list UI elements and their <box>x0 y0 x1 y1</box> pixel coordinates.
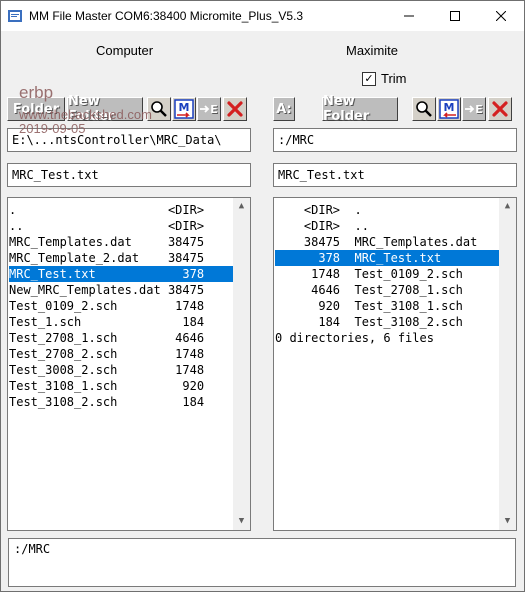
maximite-mm-transfer-button[interactable]: M <box>437 97 461 121</box>
file-row[interactable]: <DIR> .. <box>275 218 499 234</box>
magnifier-icon <box>416 101 432 117</box>
scroll-up-icon[interactable]: ▲ <box>499 198 516 215</box>
scroll-down-icon[interactable]: ▼ <box>499 513 516 530</box>
maximize-icon <box>450 11 460 21</box>
file-row[interactable]: .. <DIR> <box>9 218 233 234</box>
list-summary: 0 directories, 6 files <box>275 331 434 345</box>
computer-list-scrollbar[interactable]: ▲ ▼ <box>233 198 250 530</box>
send-label: E <box>210 102 218 116</box>
window-title: MM File Master COM6:38400 Micromite_Plus… <box>29 9 304 23</box>
file-row[interactable]: 184 Test_3108_2.sch <box>275 314 499 330</box>
file-row[interactable]: MRC_Test.txt 378 <box>9 266 233 282</box>
arrow-right-icon <box>200 105 210 113</box>
maximite-list-scrollbar[interactable]: ▲ ▼ <box>499 198 516 530</box>
send-label: E <box>475 102 483 116</box>
file-row[interactable]: MRC_Templates.dat 38475 <box>9 234 233 250</box>
file-row[interactable]: Test_1.sch 184 <box>9 314 233 330</box>
minimize-icon <box>404 15 414 17</box>
red-x-delete-icon <box>492 101 508 117</box>
watermark-date: 2019-09-05 <box>19 121 86 136</box>
close-icon <box>496 11 506 21</box>
trim-checkbox[interactable]: ✓ Trim <box>362 71 407 86</box>
file-row[interactable]: Test_2708_2.sch 1748 <box>9 346 233 362</box>
svg-text:M: M <box>179 101 190 114</box>
file-row[interactable]: Test_3008_2.sch 1748 <box>9 362 233 378</box>
computer-heading: Computer <box>96 43 154 58</box>
mm-transfer-icon: M <box>174 99 194 119</box>
close-button[interactable] <box>478 1 524 31</box>
file-row[interactable]: Test_2708_1.sch 4646 <box>9 330 233 346</box>
minimize-button[interactable] <box>386 1 432 31</box>
maximite-drive-button[interactable]: A: <box>273 97 295 121</box>
maximite-new-folder-button[interactable]: New Folder <box>322 94 398 124</box>
file-row[interactable]: 1748 Test_0109_2.sch <box>275 266 499 282</box>
maximize-button[interactable] <box>432 1 478 31</box>
computer-send-button[interactable]: E <box>197 97 221 121</box>
computer-file-list[interactable]: ▲ ▼ . <DIR>.. <DIR> MRC_Templates.dat 384… <box>7 197 251 531</box>
scroll-up-icon[interactable]: ▲ <box>233 198 250 215</box>
app-icon <box>8 10 22 22</box>
file-row[interactable]: New_MRC_Templates.dat 38475 <box>9 282 233 298</box>
file-row[interactable]: 4646 Test_2708_1.sch <box>275 282 499 298</box>
file-row[interactable]: 378 MRC_Test.txt <box>275 250 499 266</box>
computer-delete-button[interactable] <box>223 97 247 121</box>
red-x-delete-icon <box>227 101 243 117</box>
arrow-right-icon <box>465 105 475 113</box>
magnifier-icon <box>151 101 167 117</box>
mm-transfer-icon: M <box>439 99 459 119</box>
file-row[interactable]: . <DIR> <box>9 202 233 218</box>
computer-mm-transfer-button[interactable]: M <box>172 97 196 121</box>
file-row[interactable]: Test_3108_2.sch 184 <box>9 394 233 410</box>
app-window: MM File Master COM6:38400 Micromite_Plus… <box>0 0 525 592</box>
status-box: :/MRC <box>8 538 516 587</box>
scroll-down-icon[interactable]: ▼ <box>233 513 250 530</box>
watermark-user: erbp <box>19 83 54 102</box>
checkbox-check-icon: ✓ <box>362 71 376 86</box>
file-row[interactable]: 920 Test_3108_1.sch <box>275 298 499 314</box>
maximite-search-button[interactable] <box>412 97 436 121</box>
file-row[interactable]: Test_3108_1.sch 920 <box>9 378 233 394</box>
maximite-heading: Maximite <box>346 43 399 58</box>
trim-label: Trim <box>381 71 407 86</box>
maximite-delete-button[interactable] <box>488 97 512 121</box>
file-row[interactable]: Test_0109_2.sch 1748 <box>9 298 233 314</box>
maximite-send-button[interactable]: E <box>462 97 486 121</box>
maximite-filename-field[interactable]: MRC_Test.txt <box>273 163 517 187</box>
watermark-site: www.thebackshed.com <box>19 107 152 122</box>
file-row[interactable]: 38475 MRC_Templates.dat <box>275 234 499 250</box>
file-row[interactable]: <DIR> . <box>275 202 499 218</box>
maximite-file-list[interactable]: ▲ ▼ <DIR> . <DIR> .. 38475 MRC_Templates… <box>273 197 517 531</box>
title-bar: MM File Master COM6:38400 Micromite_Plus… <box>1 1 524 31</box>
computer-filename-field[interactable]: MRC_Test.txt <box>7 163 251 187</box>
svg-text:M: M <box>444 101 455 114</box>
maximite-path-field[interactable]: :/MRC <box>273 128 517 152</box>
file-row[interactable]: MRC_Template_2.dat 38475 <box>9 250 233 266</box>
